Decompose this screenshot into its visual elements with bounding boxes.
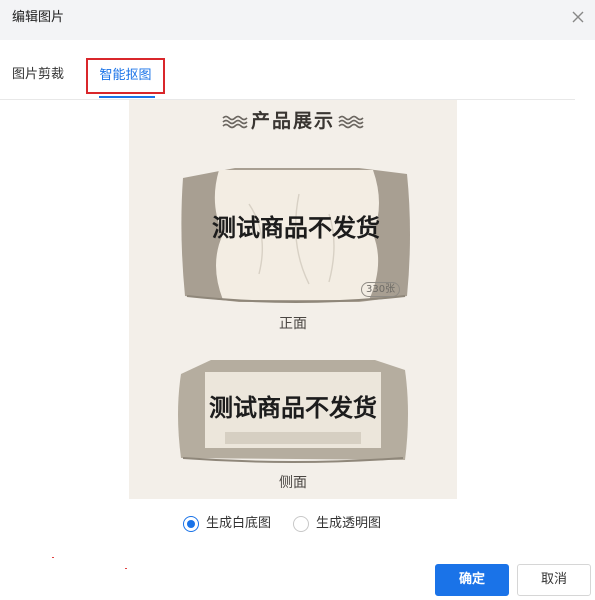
tab-smart-cutout[interactable]: 智能抠图 [86,58,165,94]
close-icon[interactable] [567,6,589,28]
radio-label-white-background: 生成白底图 [206,516,272,531]
stray-mark [125,568,127,569]
tab-image-crop[interactable]: 图片剪裁 [12,58,64,98]
edit-image-dialog: 编辑图片 图片剪裁 智能抠图 产品展示 测试商品不发货 330张 正面 测试商品… [0,0,595,600]
wave-icon [222,115,248,128]
radio-checked-icon[interactable] [183,516,199,532]
front-caption: 正面 [279,316,307,332]
preview-heading-text: 产品展示 [250,110,335,132]
confirm-button[interactable]: 确定 [435,564,509,596]
cancel-button[interactable]: 取消 [517,564,591,596]
preview-heading: 产品展示 [129,106,457,133]
active-tab-indicator [99,96,155,98]
tab-bar: 图片剪裁 智能抠图 [0,58,575,100]
radio-unchecked-icon[interactable] [293,516,309,532]
radio-label-transparent: 生成透明图 [316,516,382,531]
side-overlay-text: 测试商品不发货 [209,394,377,422]
wave-icon [338,115,364,128]
sheet-count-badge: 330张 [361,282,401,297]
dialog-header: 编辑图片 [0,0,595,40]
image-preview: 产品展示 测试商品不发货 330张 正面 测试商品不发货 侧面 [129,100,457,499]
dialog-title: 编辑图片 [12,10,65,25]
side-caption: 侧面 [279,475,307,491]
stray-mark [52,557,54,558]
product-front-image: 测试商品不发货 330张 [179,164,413,306]
front-overlay-text: 测试商品不发货 [212,214,380,242]
product-side-image: 测试商品不发货 [175,358,411,468]
